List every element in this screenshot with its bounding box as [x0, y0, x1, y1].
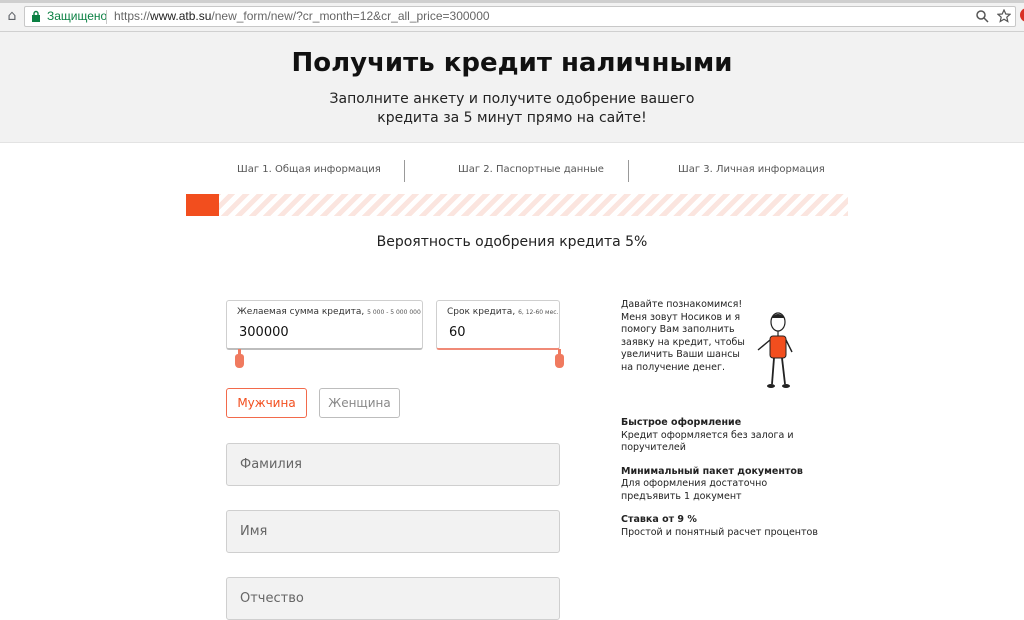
benefit-item: Минимальный пакет документов Для оформле… [621, 466, 821, 504]
extension-icon[interactable] [1020, 8, 1024, 22]
step-divider [628, 160, 629, 182]
loan-term-label-text: Срок кредита, [447, 307, 516, 317]
url-text[interactable]: https://www.atb.su/new_form/new/?cr_mont… [114, 9, 490, 23]
approval-probability: Вероятность одобрения кредита 5% [376, 234, 648, 250]
url-host: www.atb.su [150, 9, 212, 23]
step-2[interactable]: Шаг 2. Паспортные данные [458, 164, 604, 175]
step-1[interactable]: Шаг 1. Общая информация [237, 164, 381, 175]
subtitle-line: кредита за 5 минут прямо на сайте! [377, 110, 647, 126]
page-title: Получить кредит наличными [291, 48, 733, 78]
url-path: /new_form/new/?cr_month=12&cr_all_price=… [211, 9, 490, 23]
step-divider [404, 160, 405, 182]
zoom-icon[interactable] [975, 9, 989, 23]
loan-amount-label-text: Желаемая сумма кредита, [237, 307, 365, 317]
assistant-intro-text: Давайте познакомимся! Меня зовут Носиков… [621, 299, 745, 373]
benefit-title: Минимальный пакет документов [621, 465, 803, 477]
url-scheme: https:// [114, 9, 151, 23]
benefit-text: Простой и понятный расчет процентов [621, 526, 818, 538]
loan-term-range: 6, 12-60 мес. [518, 309, 559, 316]
home-icon[interactable]: ⌂ [4, 8, 20, 24]
loan-amount-value[interactable]: 300000 [239, 325, 289, 340]
step-prefix: Шаг 2. [458, 164, 493, 175]
step-prefix: Шаг 3. [678, 164, 713, 175]
step-label: Паспортные данные [495, 164, 604, 175]
gender-male-button[interactable]: Мужчина [226, 388, 307, 418]
browser-toolbar: ⌂ Защищено https://www.atb.su/new_form/n… [0, 0, 1024, 32]
address-bar[interactable]: Защищено https://www.atb.su/new_form/new… [24, 6, 1016, 27]
page-subtitle: Заполните анкету и получите одобрение ва… [312, 90, 712, 128]
benefit-title: Ставка от 9 % [621, 514, 697, 525]
step-label: Личная информация [715, 164, 825, 175]
loan-amount-range: 5 000 - 5 000 000 [367, 309, 421, 316]
first-name-input[interactable]: Имя [226, 510, 560, 553]
loan-term-field[interactable]: Срок кредита, 6, 12-60 мес. 60 [436, 300, 560, 350]
step-3[interactable]: Шаг 3. Личная информация [678, 164, 825, 175]
step-prefix: Шаг 1. [237, 164, 272, 175]
form-steps: Шаг 1. Общая информация Шаг 2. Паспортны… [186, 158, 848, 184]
tab-strip[interactable] [0, 0, 1024, 3]
benefit-title: Быстрое оформление [621, 417, 742, 428]
benefit-text: Для оформления достаточно предъявить 1 д… [621, 478, 768, 502]
last-name-input[interactable]: Фамилия [226, 443, 560, 486]
subtitle-line: Заполните анкету и получите одобрение ва… [329, 91, 695, 107]
approval-progress-fill [186, 194, 220, 216]
benefits-list: Быстрое оформление Кредит оформляется бе… [621, 417, 821, 550]
benefit-item: Ставка от 9 % Простой и понятный расчет … [621, 514, 821, 539]
loan-term-value[interactable]: 60 [449, 325, 466, 340]
loan-amount-field[interactable]: Желаемая сумма кредита, 5 000 - 5 000 00… [226, 300, 423, 350]
assistant-mascot-illustration [757, 312, 793, 388]
loan-amount-slider-handle[interactable] [235, 349, 244, 368]
loan-term-label: Срок кредита, 6, 12-60 мес. [447, 307, 558, 317]
gender-female-button[interactable]: Женщина [319, 388, 400, 418]
page-header: Получить кредит наличными Заполните анке… [0, 32, 1024, 143]
approval-progress-bar [186, 194, 848, 216]
loan-term-slider-handle[interactable] [555, 349, 564, 368]
step-label: Общая информация [274, 164, 381, 175]
benefit-text: Кредит оформляется без залога и поручите… [621, 429, 794, 454]
bookmark-star-icon[interactable] [997, 9, 1011, 23]
loan-amount-label: Желаемая сумма кредита, 5 000 - 5 000 00… [237, 307, 421, 317]
secure-label: Защищено [47, 9, 108, 23]
omnibox-divider [106, 10, 107, 24]
benefit-item: Быстрое оформление Кредит оформляется бе… [621, 417, 821, 455]
lock-icon [32, 10, 40, 22]
